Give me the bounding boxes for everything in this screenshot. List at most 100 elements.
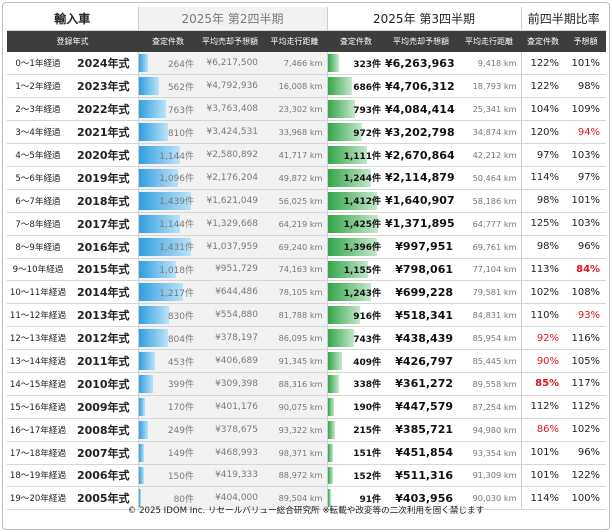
q3-count-cell: 916件 — [327, 303, 386, 328]
q3-price-cell: ¥451,854 — [385, 441, 458, 465]
ratio-count-cell: 98% — [521, 189, 566, 213]
ratio-price-cell: 84% — [565, 258, 607, 282]
q2-price-cell: ¥3,424,531 — [198, 120, 263, 145]
q3-count-cell: 1,425件 — [327, 212, 386, 236]
q2-count-value: 249件 — [167, 426, 195, 437]
q2-count-cell: 453件 — [137, 349, 199, 373]
q3-count-bar — [327, 352, 342, 370]
model-year-cell: 2009年式 — [69, 395, 139, 419]
q2-count-value: 1,217件 — [159, 288, 195, 299]
q2-distance-cell: 33,968 km — [262, 120, 328, 145]
ratio-label: 前四半期比率 — [521, 7, 607, 31]
ratio-count-cell: 122% — [521, 74, 566, 99]
q2-count-cell: 763件 — [137, 97, 199, 122]
ratio-count-cell: 102% — [521, 280, 566, 305]
q3-count-cell: 338件 — [327, 372, 386, 396]
q3-price-cell: ¥997,951 — [385, 235, 458, 259]
q3-count-cell: 152件 — [327, 464, 386, 488]
model-year-cell: 2024年式 — [69, 52, 139, 76]
q2-count-bar — [139, 466, 144, 485]
ratio-price-cell: 112% — [565, 395, 607, 419]
q3-count-value: 215件 — [353, 426, 382, 437]
q3-count-bar — [327, 443, 333, 462]
q3-count-value: 152件 — [353, 471, 382, 482]
ratio-count-cell: 113% — [521, 258, 566, 282]
q3-price-cell: ¥447,579 — [385, 395, 458, 419]
q2-count-cell: 1,431件 — [137, 235, 199, 259]
age-cell: 1〜2年経過 — [7, 74, 69, 99]
q2-count-value: 562件 — [167, 82, 195, 93]
table-row: 15〜16年経過 2009年式 170件 ¥401,176 90,075 km 190件 ¥… — [7, 395, 607, 419]
q3-distance-cell: 89,558 km — [457, 372, 522, 396]
q2-count-value: 1,096件 — [159, 174, 195, 185]
ratio-count-cell: 98% — [521, 235, 566, 259]
q3-count-value: 1,425件 — [343, 220, 382, 231]
q2-distance-cell: 88,972 km — [262, 464, 328, 488]
q3-count-value: 743件 — [353, 334, 382, 345]
col-q2-price: 平均売却予想額 — [198, 30, 263, 52]
q2-count-bar — [139, 420, 148, 439]
q3-count-value: 1,111件 — [343, 151, 382, 162]
ratio-count-cell: 101% — [521, 441, 566, 465]
q3-period-label: 2025年 第3四半期 — [327, 7, 522, 31]
q3-count-value: 338件 — [353, 380, 382, 391]
q3-distance-cell: 18,793 km — [457, 74, 522, 99]
table-row: 9〜10年経過 2015年式 1,018件 ¥951,729 74,163 km 1,15… — [7, 258, 607, 282]
q3-price-cell: ¥6,263,963 — [385, 52, 458, 76]
q3-count-value: 916件 — [353, 311, 382, 322]
q3-count-value: 1,155件 — [343, 265, 382, 276]
q2-count-cell: 170件 — [137, 395, 199, 419]
q2-price-cell: ¥401,176 — [198, 395, 263, 419]
ratio-count-cell: 120% — [521, 120, 566, 145]
table-row: 16〜17年経過 2008年式 249件 ¥378,675 93,322 km 215件 ¥… — [7, 418, 607, 442]
q2-count-cell: 804件 — [137, 326, 199, 351]
q2-count-value: 804件 — [167, 334, 195, 345]
col-q2-distance: 平均走行距離 — [262, 30, 328, 52]
q2-price-cell: ¥406,689 — [198, 349, 263, 373]
ratio-count-cell: 125% — [521, 212, 566, 236]
q2-price-cell: ¥378,675 — [198, 418, 263, 442]
age-cell: 18〜19年経過 — [7, 464, 69, 488]
q3-price-cell: ¥511,316 — [385, 464, 458, 488]
q2-distance-cell: 74,163 km — [262, 258, 328, 282]
model-year-cell: 2016年式 — [69, 235, 139, 259]
q2-price-cell: ¥6,217,500 — [198, 52, 263, 76]
q3-distance-cell: 9,418 km — [457, 52, 522, 76]
q2-distance-cell: 49,872 km — [262, 166, 328, 190]
q2-price-cell: ¥309,398 — [198, 372, 263, 396]
age-cell: 0〜1年経過 — [7, 52, 69, 76]
q3-count-value: 1,412件 — [343, 197, 382, 208]
ratio-price-cell: 103% — [565, 212, 607, 236]
q2-price-cell: ¥1,329,668 — [198, 212, 263, 236]
q2-count-bar — [139, 374, 154, 393]
q2-count-bar — [139, 329, 168, 348]
q3-distance-cell: 58,186 km — [457, 189, 522, 213]
q3-count-cell: 1,244件 — [327, 166, 386, 190]
ratio-count-cell: 122% — [521, 52, 566, 76]
ratio-price-cell: 122% — [565, 464, 607, 488]
q2-count-bar — [139, 352, 156, 370]
q2-count-cell: 1,018件 — [137, 258, 199, 282]
q3-count-cell: 190件 — [327, 395, 386, 419]
q3-price-cell: ¥438,439 — [385, 326, 458, 351]
q2-period-label: 2025年 第2四半期 — [137, 7, 328, 31]
q2-price-cell: ¥378,197 — [198, 326, 263, 351]
table-row: 4〜5年経過 2020年式 1,144件 ¥2,580,892 41,717 km 1,1… — [7, 143, 607, 167]
ratio-count-cell: 110% — [521, 303, 566, 328]
age-cell: 16〜17年経過 — [7, 418, 69, 442]
ratio-price-cell: 96% — [565, 235, 607, 259]
ratio-count-cell: 86% — [521, 418, 566, 442]
q3-count-bar — [327, 100, 356, 119]
q3-distance-cell: 42,212 km — [457, 143, 522, 167]
ratio-count-cell: 90% — [521, 349, 566, 373]
age-cell: 13〜14年経過 — [7, 349, 69, 373]
q2-count-bar — [139, 397, 145, 416]
resale-value-table: 輸入車 2025年 第2四半期 2025年 第3四半期 前四半期比率 登録年式 … — [7, 7, 607, 511]
table-row: 13〜14年経過 2011年式 453件 ¥406,689 91,345 km 409件 ¥… — [7, 349, 607, 373]
q3-price-cell: ¥2,114,879 — [385, 166, 458, 190]
table-row: 18〜19年経過 2006年式 150件 ¥419,333 88,972 km 152件 ¥… — [7, 464, 607, 488]
q3-distance-cell: 34,874 km — [457, 120, 522, 145]
q2-count-value: 763件 — [167, 105, 195, 116]
q3-distance-cell: 85,445 km — [457, 349, 522, 373]
q2-count-bar — [139, 306, 169, 325]
